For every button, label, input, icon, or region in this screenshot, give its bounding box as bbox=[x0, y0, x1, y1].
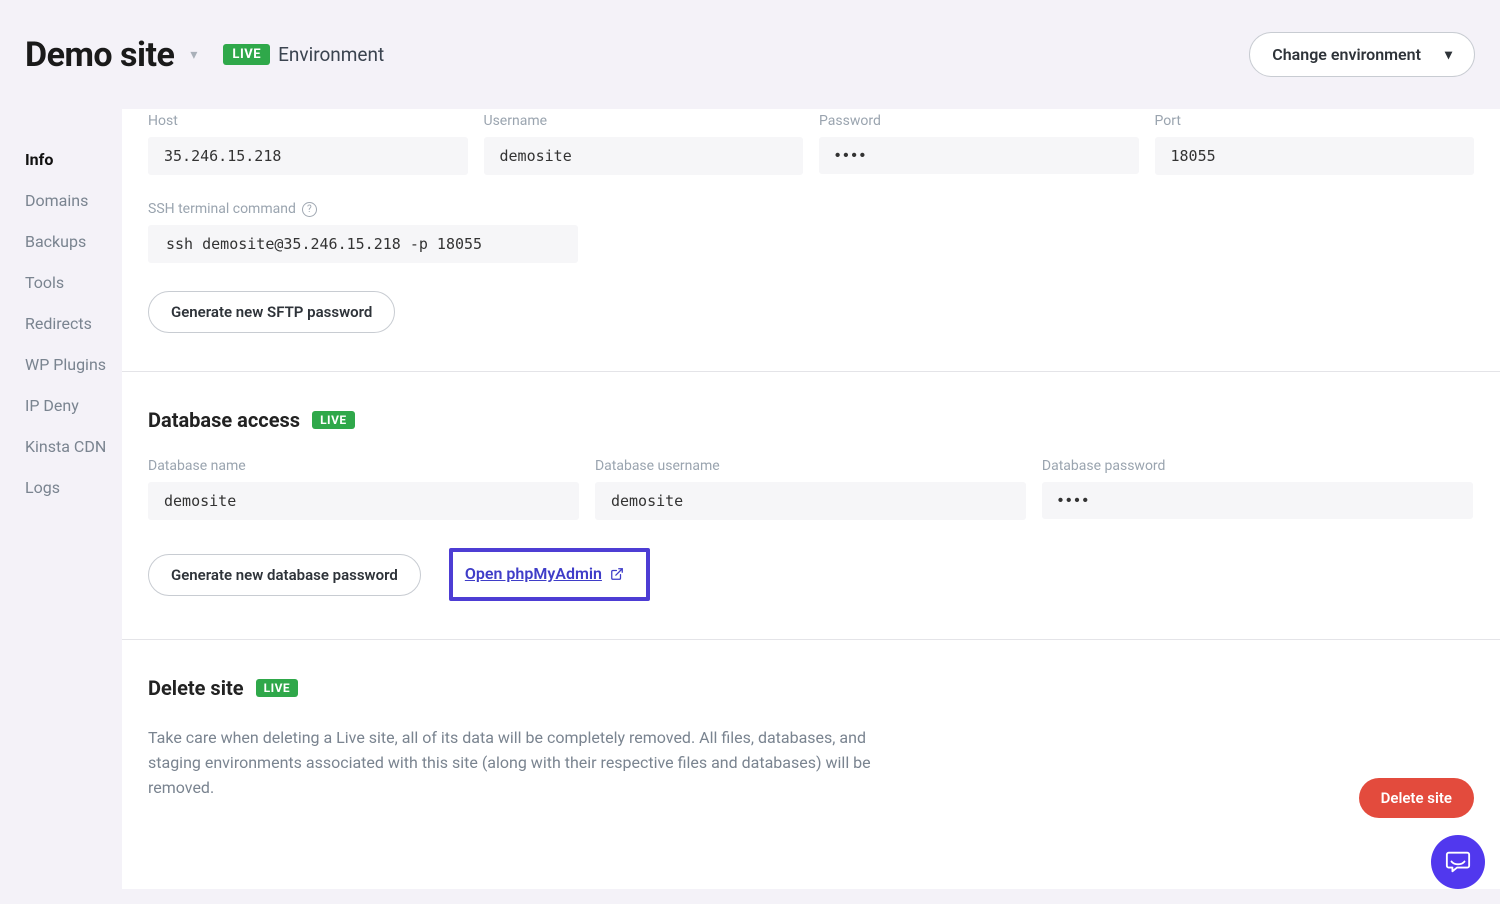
db-name-value[interactable]: demosite bbox=[148, 482, 579, 520]
site-title: Demo site bbox=[25, 35, 174, 75]
header-live-badge: LIVE bbox=[223, 44, 270, 65]
sidebar-item-ip-deny[interactable]: IP Deny bbox=[0, 385, 122, 426]
environment-label: Environment bbox=[278, 43, 384, 66]
open-phpmyadmin-highlight: Open phpMyAdmin bbox=[449, 548, 650, 601]
change-environment-label: Change environment bbox=[1272, 45, 1421, 64]
db-username-label: Database username bbox=[595, 458, 1026, 474]
db-password-label: Database password bbox=[1042, 458, 1473, 474]
db-username-value[interactable]: demosite bbox=[595, 482, 1026, 520]
host-value[interactable]: 35.246.15.218 bbox=[148, 137, 468, 175]
port-value[interactable]: 18055 bbox=[1155, 137, 1475, 175]
chevron-down-icon: ▾ bbox=[1445, 47, 1452, 63]
sidebar: Info Domains Backups Tools Redirects WP … bbox=[0, 109, 122, 508]
delete-live-badge: LIVE bbox=[256, 679, 299, 697]
host-label: Host bbox=[148, 113, 468, 129]
password-label: Password bbox=[819, 113, 1139, 129]
password-value[interactable]: •••• bbox=[819, 137, 1139, 174]
db-live-badge: LIVE bbox=[312, 411, 355, 429]
sftp-section: SFTP/SSH LIVE Host 35.246.15.218 Usernam… bbox=[122, 109, 1500, 372]
ssh-command-value[interactable]: ssh demosite@35.246.15.218 -p 18055 bbox=[148, 225, 578, 263]
sidebar-item-kinsta-cdn[interactable]: Kinsta CDN bbox=[0, 426, 122, 467]
open-phpmyadmin-link[interactable]: Open phpMyAdmin bbox=[465, 564, 624, 583]
database-section: Database access LIVE Database name demos… bbox=[122, 372, 1500, 640]
port-label: Port bbox=[1155, 113, 1475, 129]
delete-site-section: Delete site LIVE Take care when deleting… bbox=[122, 640, 1500, 866]
sidebar-item-domains[interactable]: Domains bbox=[0, 180, 122, 221]
sidebar-item-info[interactable]: Info bbox=[0, 139, 122, 180]
generate-db-password-button[interactable]: Generate new database password bbox=[148, 554, 421, 596]
delete-site-button[interactable]: Delete site bbox=[1359, 778, 1474, 818]
delete-title: Delete site bbox=[148, 676, 244, 700]
sidebar-item-tools[interactable]: Tools bbox=[0, 262, 122, 303]
sidebar-item-wp-plugins[interactable]: WP Plugins bbox=[0, 344, 122, 385]
external-link-icon bbox=[610, 567, 624, 581]
change-environment-button[interactable]: Change environment ▾ bbox=[1249, 32, 1475, 77]
main-panel: SFTP/SSH LIVE Host 35.246.15.218 Usernam… bbox=[122, 109, 1500, 889]
delete-warning-text: Take care when deleting a Live site, all… bbox=[148, 726, 908, 800]
sidebar-item-backups[interactable]: Backups bbox=[0, 221, 122, 262]
sidebar-item-redirects[interactable]: Redirects bbox=[0, 303, 122, 344]
generate-sftp-password-button[interactable]: Generate new SFTP password bbox=[148, 291, 395, 333]
site-switcher-chevron-icon[interactable]: ▾ bbox=[190, 47, 197, 63]
db-password-value[interactable]: •••• bbox=[1042, 482, 1473, 519]
open-phpmyadmin-label: Open phpMyAdmin bbox=[465, 564, 602, 583]
username-label: Username bbox=[484, 113, 804, 129]
help-icon[interactable]: ? bbox=[302, 202, 317, 217]
db-title: Database access bbox=[148, 408, 300, 432]
intercom-launcher[interactable] bbox=[1431, 835, 1485, 889]
username-value[interactable]: demosite bbox=[484, 137, 804, 175]
db-name-label: Database name bbox=[148, 458, 579, 474]
sidebar-item-logs[interactable]: Logs bbox=[0, 467, 122, 508]
ssh-command-label: SSH terminal command bbox=[148, 201, 296, 217]
chat-icon bbox=[1445, 849, 1471, 875]
